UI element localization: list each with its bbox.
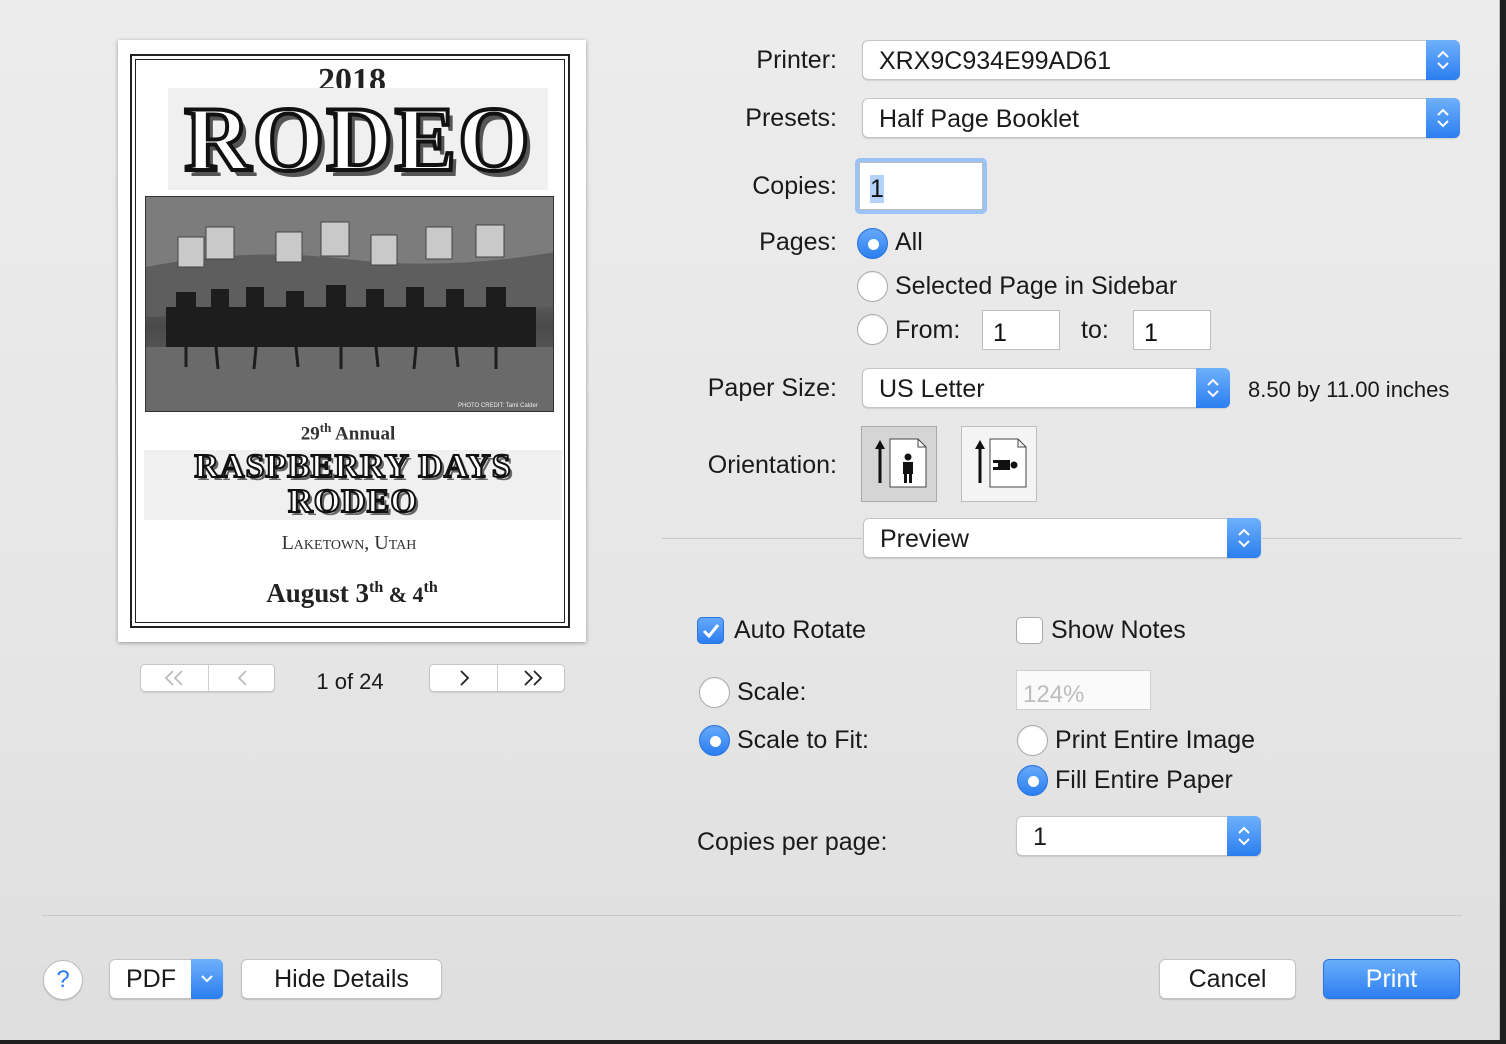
pages-from-label: From: bbox=[895, 316, 961, 344]
pages-selected-label: Selected Page in Sidebar bbox=[895, 272, 1178, 300]
popup-arrows-icon bbox=[1227, 518, 1261, 558]
pdf-dropdown-arrow bbox=[191, 959, 223, 999]
poster-event-line1: RASPBERRY DAYS bbox=[193, 447, 512, 486]
printer-popup[interactable]: XRX9C934E99AD61 bbox=[862, 40, 1460, 80]
copies-per-page-value: 1 bbox=[1033, 823, 1047, 851]
poster-annual-num: 29 bbox=[300, 423, 320, 445]
orientation-label: Orientation: bbox=[707, 451, 837, 479]
pages-from-field[interactable]: 1 bbox=[982, 310, 1060, 350]
presets-label: Presets: bbox=[745, 104, 837, 132]
copies-label: Copies: bbox=[752, 172, 837, 200]
portrait-orientation-icon bbox=[875, 438, 927, 488]
checkmark-icon bbox=[702, 624, 720, 639]
paper-size-value: US Letter bbox=[879, 375, 985, 403]
poster-event-line2: RODEO bbox=[287, 482, 418, 521]
footer-separator bbox=[42, 915, 1462, 916]
poster-annual-word: Annual bbox=[335, 423, 396, 445]
pages-to-label: to: bbox=[1081, 316, 1109, 344]
previous-page-button[interactable] bbox=[209, 665, 276, 691]
presets-popup[interactable]: Half Page Booklet bbox=[862, 98, 1460, 138]
poster-photo: PHOTO CREDIT: Tami Calder bbox=[145, 196, 554, 412]
help-icon: ? bbox=[56, 966, 70, 993]
section-separator-right bbox=[1262, 538, 1462, 539]
copies-per-page-popup[interactable]: 1 bbox=[1016, 816, 1261, 856]
riders-with-flags-illustration: PHOTO CREDIT: Tami Calder bbox=[146, 197, 553, 411]
photo-credit: PHOTO CREDIT: Tami Calder bbox=[458, 403, 538, 409]
page-indicator: 1 of 24 bbox=[316, 669, 384, 694]
scale-to-fit-label: Scale to Fit: bbox=[737, 726, 869, 754]
scale-label: Scale: bbox=[737, 678, 807, 706]
poster-date-main: August 3 bbox=[266, 578, 369, 608]
pages-all-label: All bbox=[895, 228, 923, 256]
pages-to-value: 1 bbox=[1144, 319, 1158, 347]
help-button[interactable]: ? bbox=[43, 960, 83, 1000]
copies-value: 1 bbox=[870, 175, 884, 203]
poster-date-amp: & 4 bbox=[383, 582, 424, 607]
copies-field[interactable]: 1 bbox=[859, 162, 983, 210]
section-popup-value: Preview bbox=[880, 525, 969, 553]
pages-all-radio[interactable] bbox=[857, 228, 888, 259]
paper-size-dimensions: 8.50 by 11.00 inches bbox=[1248, 377, 1450, 402]
print-entire-image-label: Print Entire Image bbox=[1055, 726, 1256, 754]
presets-value: Half Page Booklet bbox=[879, 105, 1080, 133]
auto-rotate-label: Auto Rotate bbox=[734, 616, 867, 644]
pdf-menu-button[interactable]: PDF bbox=[109, 959, 223, 999]
show-notes-checkbox[interactable] bbox=[1016, 617, 1043, 644]
pager-forward-group bbox=[429, 664, 565, 692]
pages-label: Pages: bbox=[759, 228, 837, 256]
orientation-portrait-button[interactable] bbox=[861, 426, 937, 502]
chevron-left-icon bbox=[237, 670, 247, 686]
poster-annual: 29th Annual bbox=[118, 420, 578, 445]
double-chevron-left-icon bbox=[164, 670, 183, 686]
hide-details-button[interactable]: Hide Details bbox=[241, 959, 442, 999]
paper-size-popup[interactable]: US Letter bbox=[862, 368, 1230, 408]
popup-arrows-icon bbox=[1196, 368, 1230, 408]
copies-per-page-label: Copies per page: bbox=[697, 828, 888, 856]
chevron-down-icon bbox=[201, 975, 213, 983]
print-button[interactable]: Print bbox=[1323, 959, 1460, 999]
printer-label: Printer: bbox=[756, 46, 837, 74]
scale-value: 124% bbox=[1023, 681, 1085, 708]
popup-arrows-icon bbox=[1426, 98, 1460, 138]
double-chevron-right-icon bbox=[523, 670, 542, 686]
section-separator-left bbox=[662, 538, 862, 539]
print-dialog: 2018 RODEO PHOTO CREDIT: Tami Calder 29t… bbox=[0, 0, 1500, 1040]
auto-rotate-checkbox[interactable] bbox=[697, 617, 724, 644]
landscape-orientation-icon bbox=[975, 438, 1027, 488]
section-popup[interactable]: Preview bbox=[863, 518, 1261, 558]
orientation-landscape-button[interactable] bbox=[961, 426, 1037, 502]
first-page-button[interactable] bbox=[141, 665, 208, 691]
scale-radio[interactable] bbox=[699, 677, 730, 708]
show-notes-label: Show Notes bbox=[1051, 616, 1186, 644]
scale-field[interactable]: 124% bbox=[1016, 670, 1151, 710]
pages-from-value: 1 bbox=[993, 319, 1007, 347]
print-entire-image-radio[interactable] bbox=[1017, 725, 1048, 756]
poster-location: Laketown, Utah bbox=[281, 532, 417, 554]
print-preview-page: 2018 RODEO PHOTO CREDIT: Tami Calder 29t… bbox=[118, 40, 586, 642]
pages-selected-radio[interactable] bbox=[857, 271, 888, 302]
cancel-button[interactable]: Cancel bbox=[1159, 959, 1296, 999]
next-page-button[interactable] bbox=[430, 665, 497, 691]
chevron-right-icon bbox=[459, 670, 469, 686]
poster-annual-sup: th bbox=[319, 420, 332, 435]
poster-date-sup2: th bbox=[423, 579, 438, 596]
poster-date-sup1: th bbox=[368, 579, 384, 596]
poster-date: August 3th & 4th bbox=[118, 578, 586, 609]
poster-title: RODEO bbox=[182, 86, 532, 192]
popup-arrows-icon bbox=[1227, 816, 1261, 856]
scale-to-fit-radio[interactable] bbox=[699, 725, 730, 756]
pdf-label: PDF bbox=[126, 965, 176, 993]
pages-to-field[interactable]: 1 bbox=[1133, 310, 1211, 350]
paper-size-label: Paper Size: bbox=[707, 374, 837, 402]
fill-entire-paper-radio[interactable] bbox=[1017, 765, 1048, 796]
fill-entire-paper-label: Fill Entire Paper bbox=[1055, 766, 1233, 794]
popup-arrows-icon bbox=[1426, 40, 1460, 80]
pages-range-radio[interactable] bbox=[857, 314, 888, 345]
pager-back-group bbox=[140, 664, 275, 692]
last-page-button[interactable] bbox=[498, 665, 565, 691]
printer-value: XRX9C934E99AD61 bbox=[879, 47, 1112, 75]
